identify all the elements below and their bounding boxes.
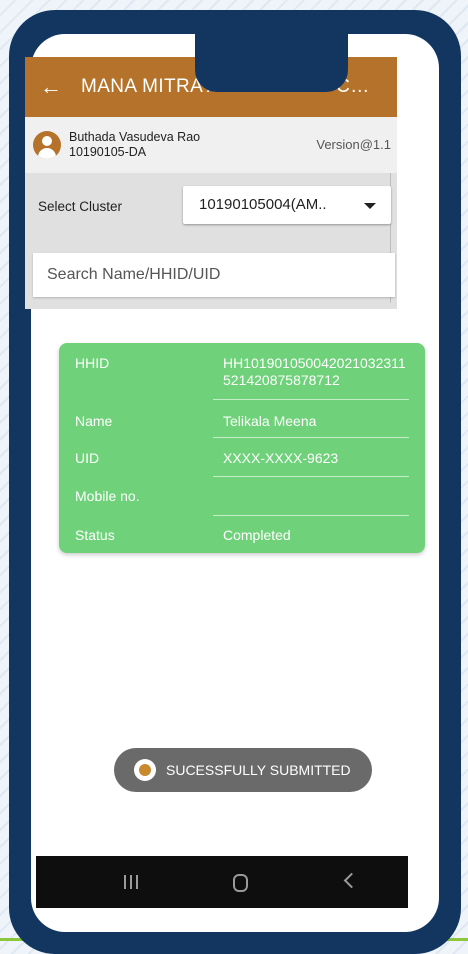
filter-panel: Select Cluster 10190105004(AM.. Search N… bbox=[25, 173, 397, 309]
name-label: Name bbox=[75, 413, 113, 429]
row-divider bbox=[213, 515, 409, 516]
success-toast: SUCESSFULLY SUBMITTED bbox=[114, 748, 372, 792]
search-placeholder: Search Name/HHID/UID bbox=[47, 266, 221, 283]
user-details: Buthada Vasudeva Rao 10190105-DA bbox=[69, 130, 200, 160]
search-input[interactable]: Search Name/HHID/UID bbox=[33, 253, 395, 297]
caret-down-icon bbox=[364, 203, 376, 209]
row-divider bbox=[213, 476, 409, 477]
select-cluster-label: Select Cluster bbox=[38, 199, 123, 214]
user-id: 10190105-DA bbox=[69, 145, 147, 159]
user-avatar-icon bbox=[33, 131, 61, 159]
arrow-left-icon[interactable]: ← bbox=[31, 74, 71, 100]
name-value: Telikala Meena bbox=[223, 413, 317, 429]
phone-notch bbox=[195, 34, 348, 92]
uid-value: XXXX-XXXX-9623 bbox=[223, 450, 339, 466]
cluster-dropdown[interactable]: 10190105004(AM.. bbox=[183, 186, 391, 224]
status-label: Status bbox=[75, 527, 115, 543]
uid-label: UID bbox=[75, 450, 100, 466]
row-divider bbox=[213, 399, 409, 400]
recents-icon[interactable] bbox=[124, 875, 138, 889]
hhid-label: HHID bbox=[75, 355, 110, 371]
mobile-label: Mobile no. bbox=[75, 488, 140, 504]
user-info-bar: Buthada Vasudeva Rao 10190105-DA Version… bbox=[25, 117, 397, 173]
user-name: Buthada Vasudeva Rao bbox=[69, 130, 201, 144]
toast-message: SUCESSFULLY SUBMITTED bbox=[166, 762, 351, 778]
status-value: Completed bbox=[223, 527, 291, 543]
back-icon[interactable] bbox=[343, 872, 360, 889]
cluster-dropdown-value: 10190105004(AM.. bbox=[199, 196, 327, 213]
row-divider bbox=[213, 437, 409, 438]
hhid-value: HH1019010500420210323115214208758787​12 bbox=[223, 355, 406, 388]
household-record-card[interactable]: HHID HH101901050042021032311521420875878… bbox=[59, 343, 425, 553]
app-version: Version@1.1 bbox=[316, 137, 391, 152]
home-icon[interactable] bbox=[233, 874, 248, 892]
system-navigation-bar bbox=[36, 856, 408, 908]
app-logo-icon bbox=[134, 759, 156, 781]
